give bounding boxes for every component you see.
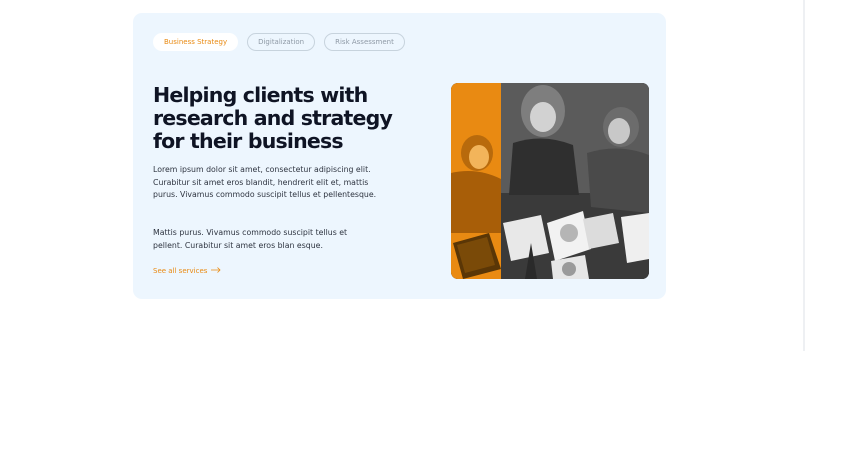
- tab-risk-assessment[interactable]: Risk Assessment: [324, 33, 405, 51]
- see-all-services-label: See all services: [153, 267, 208, 275]
- services-card: Business Strategy Digitalization Risk As…: [133, 13, 666, 299]
- page-scrollbar-track: [803, 0, 805, 351]
- description-paragraph-2: Mattis purus. Vivamus commodo suscipit t…: [153, 228, 348, 250]
- team-meeting-photo: [451, 83, 649, 279]
- tab-business-strategy[interactable]: Business Strategy: [153, 33, 239, 51]
- section-headline: Helping clients with research and strate…: [153, 83, 393, 153]
- service-tabs: Business Strategy Digitalization Risk As…: [153, 33, 405, 51]
- arrow-right-icon: [211, 267, 221, 275]
- see-all-services-link[interactable]: See all services: [153, 267, 221, 275]
- description-paragraph-1: Lorem ipsum dolor sit amet, consectetur …: [153, 165, 377, 199]
- tab-digitalization[interactable]: Digitalization: [247, 33, 316, 51]
